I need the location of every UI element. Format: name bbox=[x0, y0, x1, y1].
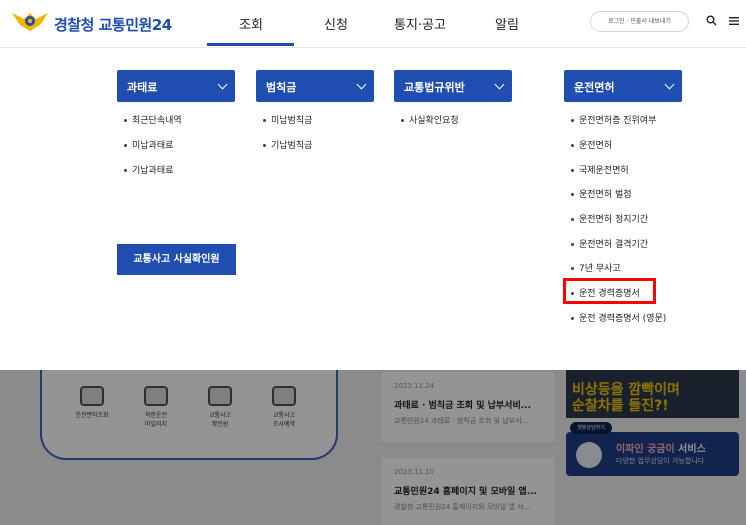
menu-item-label: 운전면허 bbox=[579, 141, 613, 151]
bullet bbox=[571, 193, 574, 196]
menu-icon[interactable] bbox=[726, 12, 742, 30]
menu-item[interactable]: 운전 경력증명서 (영문) bbox=[571, 311, 666, 324]
menu-item-label: 기납과태료 bbox=[132, 166, 174, 176]
bullet bbox=[571, 218, 574, 221]
bullet bbox=[571, 267, 574, 270]
category-penalty[interactable]: 범칙금 bbox=[256, 70, 374, 102]
login-button[interactable]: 로그인 · 민출서 내보내기 bbox=[590, 11, 689, 32]
category-label: 교통법규위반 bbox=[404, 81, 465, 94]
menu-item[interactable]: 운전면허 벌점 bbox=[571, 187, 632, 200]
menu-item-label: 미납범칙금 bbox=[271, 116, 313, 126]
chevron-down-icon bbox=[217, 79, 228, 90]
menu-item[interactable]: 사실확인요청 bbox=[401, 113, 459, 126]
menu-item-label: 최근단속내역 bbox=[132, 116, 182, 126]
site-header: 경찰청 교통민원24 조회 신청 통지·공고 알림 로그인 · 민출서 내보내기 bbox=[0, 0, 746, 48]
chevron-down-icon bbox=[494, 79, 505, 90]
chevron-down-icon bbox=[356, 79, 367, 90]
menu-item[interactable]: 국제운전면허 bbox=[571, 163, 629, 176]
nav-lookup[interactable]: 조회 bbox=[239, 14, 263, 33]
page: 운전면허조회 착한운전 마일리지 교통사고 확인원 교통사고 조사예약 2023.11… bbox=[0, 0, 746, 525]
category-label: 범칙금 bbox=[266, 81, 297, 94]
bullet bbox=[124, 119, 127, 122]
category-label: 과태료 bbox=[127, 81, 158, 94]
menu-item-label: 미납과태료 bbox=[132, 141, 174, 151]
bullet bbox=[571, 243, 574, 246]
menu-item[interactable]: 운전면허 결격기간 bbox=[571, 237, 648, 250]
accident-certificate-button[interactable]: 교통사고 사실확인원 bbox=[117, 244, 236, 275]
bullet bbox=[263, 119, 266, 122]
nav-alerts[interactable]: 알림 bbox=[495, 14, 519, 33]
bullet bbox=[263, 144, 266, 147]
menu-item-label: 국제운전면허 bbox=[579, 166, 629, 176]
category-violation[interactable]: 교통법규위반 bbox=[394, 70, 512, 102]
menu-item[interactable]: 기납범칙금 bbox=[263, 138, 312, 151]
menu-item[interactable]: 최근단속내역 bbox=[124, 113, 182, 126]
menu-item[interactable]: 운전면허 bbox=[571, 138, 612, 151]
menu-item-label: 운전면허증 진위여부 bbox=[579, 116, 657, 126]
nav-apply[interactable]: 신청 bbox=[324, 14, 348, 33]
police-emblem-icon bbox=[12, 13, 48, 31]
bullet bbox=[401, 119, 404, 122]
bullet bbox=[571, 119, 574, 122]
bullet bbox=[571, 317, 574, 320]
menu-item[interactable]: 7년 무사고 bbox=[571, 261, 621, 274]
bullet bbox=[571, 144, 574, 147]
site-logo[interactable]: 경찰청 교통민원24 bbox=[54, 14, 172, 35]
category-label: 운전면허 bbox=[574, 81, 615, 94]
menu-item[interactable]: 운전면허증 진위여부 bbox=[571, 113, 656, 126]
menu-item[interactable]: 미납과태료 bbox=[124, 138, 173, 151]
highlight-box bbox=[563, 278, 656, 304]
bullet bbox=[124, 144, 127, 147]
dim-overlay bbox=[0, 370, 746, 525]
menu-item-label: 7년 무사고 bbox=[579, 264, 621, 274]
bullet bbox=[124, 169, 127, 172]
menu-item[interactable]: 기납과태료 bbox=[124, 163, 173, 176]
menu-item-label: 사실확인요청 bbox=[409, 116, 459, 126]
active-nav-indicator bbox=[207, 43, 294, 46]
menu-item[interactable]: 미납범칙금 bbox=[263, 113, 312, 126]
menu-item-label: 기납범칙금 bbox=[271, 141, 313, 151]
search-icon[interactable] bbox=[703, 12, 719, 30]
menu-item-label: 운전 경력증명서 (영문) bbox=[579, 314, 667, 324]
bullet bbox=[571, 169, 574, 172]
chevron-down-icon bbox=[664, 79, 675, 90]
category-license[interactable]: 운전면허 bbox=[564, 70, 682, 102]
nav-notice[interactable]: 통지·공고 bbox=[394, 14, 446, 33]
menu-item-label: 운전면허 벌점 bbox=[579, 190, 632, 200]
menu-item-label: 운전면허 정지기간 bbox=[579, 215, 649, 225]
menu-item-label: 운전면허 결격기간 bbox=[579, 240, 649, 250]
category-fine[interactable]: 과태료 bbox=[117, 70, 235, 102]
menu-item[interactable]: 운전면허 정지기간 bbox=[571, 212, 648, 225]
